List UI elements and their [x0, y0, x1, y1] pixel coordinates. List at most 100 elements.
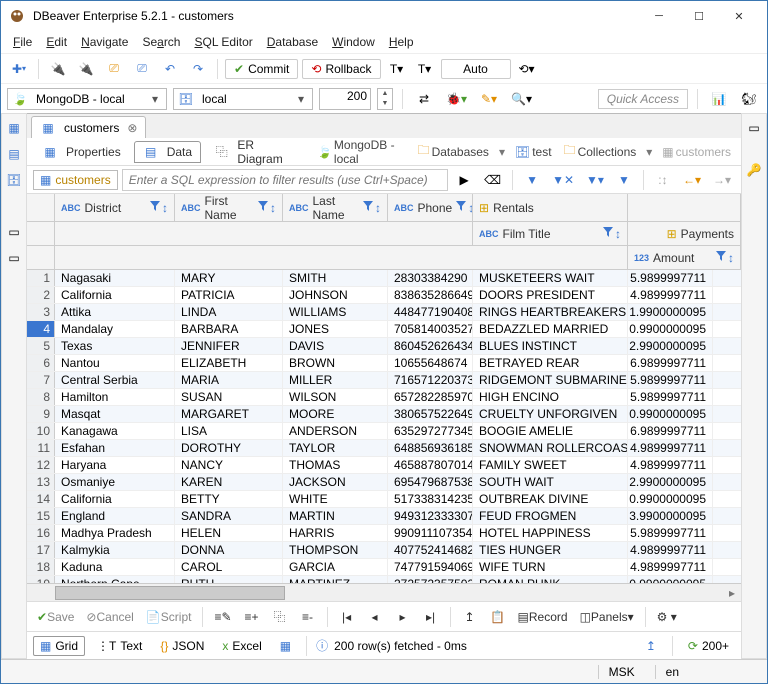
- apply-filter-button[interactable]: ▶: [452, 168, 476, 192]
- copy-row-icon[interactable]: ⿻: [268, 605, 292, 629]
- cell-filmtitle[interactable]: BOOGIE AMELIE: [473, 423, 628, 439]
- cell-amount[interactable]: 0.9900000095: [628, 576, 713, 583]
- cancel-button[interactable]: ⊘ Cancel: [82, 605, 137, 629]
- cell-firstname[interactable]: NANCY: [175, 457, 283, 473]
- pres-grid[interactable]: ▦Grid: [33, 636, 85, 656]
- pres-more[interactable]: ▦: [274, 637, 297, 655]
- pres-json[interactable]: {}JSON: [154, 637, 210, 655]
- cell-firstname[interactable]: PATRICIA: [175, 287, 283, 303]
- cell-district[interactable]: Northern Cape: [55, 576, 175, 583]
- bc-db[interactable]: 🗄test: [511, 143, 556, 161]
- col-payments[interactable]: ⊞Payments: [628, 222, 741, 245]
- recent-sql-button[interactable]: ⎚: [130, 57, 154, 81]
- script-button[interactable]: 📄 Script: [142, 605, 196, 629]
- cell-filmtitle[interactable]: FAMILY SWEET: [473, 457, 628, 473]
- cell-lastname[interactable]: MARTIN: [283, 508, 388, 524]
- cell-filmtitle[interactable]: SNOWMAN ROLLERCOASTER: [473, 440, 628, 456]
- redo-button[interactable]: ↷: [186, 57, 210, 81]
- cell-firstname[interactable]: BETTY: [175, 491, 283, 507]
- cell-firstname[interactable]: KAREN: [175, 474, 283, 490]
- cell-lastname[interactable]: TAYLOR: [283, 440, 388, 456]
- cell-district[interactable]: Kalmykia: [55, 542, 175, 558]
- commit-button[interactable]: ✔Commit: [225, 59, 298, 79]
- cell-amount[interactable]: 6.9899997711: [628, 423, 713, 439]
- bc-colls[interactable]: 🗀Collections: [560, 139, 641, 164]
- close-tab-icon[interactable]: ⊗: [127, 121, 137, 135]
- col-lastname[interactable]: ABCLast Name↕: [283, 194, 388, 221]
- cell-amount[interactable]: 0.9900000095: [628, 406, 713, 422]
- row-number[interactable]: 5: [27, 338, 55, 354]
- cell-amount[interactable]: 4.9899997711: [628, 440, 713, 456]
- col-district[interactable]: ABCDistrict↕: [55, 194, 175, 221]
- cell-filmtitle[interactable]: RINGS HEARTBREAKERS: [473, 304, 628, 320]
- row-number[interactable]: 16: [27, 525, 55, 541]
- bc-coll[interactable]: ▦customers: [658, 143, 735, 161]
- cell-firstname[interactable]: JENNIFER: [175, 338, 283, 354]
- tab-customers[interactable]: ▦ customers ⊗: [31, 116, 146, 138]
- rail-minimize-icon[interactable]: ▭: [4, 222, 24, 242]
- menu-edit[interactable]: Edit: [40, 33, 73, 51]
- cell-lastname[interactable]: HARRIS: [283, 525, 388, 541]
- cell-phone[interactable]: 695479687538: [388, 474, 473, 490]
- cell-district[interactable]: California: [55, 287, 175, 303]
- cell-lastname[interactable]: DAVIS: [283, 338, 388, 354]
- minimize-button[interactable]: ─: [639, 1, 679, 31]
- rail-db-icon[interactable]: 🗄: [4, 170, 24, 190]
- cell-phone[interactable]: 272572357502: [388, 576, 473, 583]
- clear-filter-button[interactable]: ⌫: [480, 168, 505, 192]
- cell-filmtitle[interactable]: WIFE TURN: [473, 559, 628, 575]
- new-conn-button[interactable]: ✚▾: [7, 57, 31, 81]
- cell-phone[interactable]: 648856936185: [388, 440, 473, 456]
- sort-icon[interactable]: :↕: [651, 168, 675, 192]
- perspective-dbeaver-icon[interactable]: 🐿: [737, 87, 761, 111]
- cell-district[interactable]: England: [55, 508, 175, 524]
- bc-dbs[interactable]: 🗀Databases: [414, 139, 493, 164]
- connection-combo[interactable]: 🍃 MongoDB - local ▾: [7, 88, 167, 110]
- cell-firstname[interactable]: DOROTHY: [175, 440, 283, 456]
- pres-text[interactable]: ⋮TText: [91, 637, 148, 655]
- cell-district[interactable]: California: [55, 491, 175, 507]
- cell-filmtitle[interactable]: FEUD FROGMEN: [473, 508, 628, 524]
- cell-district[interactable]: Masqat: [55, 406, 175, 422]
- cell-lastname[interactable]: GARCIA: [283, 559, 388, 575]
- row-number[interactable]: 6: [27, 355, 55, 371]
- cell-firstname[interactable]: LISA: [175, 423, 283, 439]
- cell-amount[interactable]: 2.9900000095: [628, 338, 713, 354]
- cell-phone[interactable]: 838635286649: [388, 287, 473, 303]
- menu-navigate[interactable]: Navigate: [75, 33, 134, 51]
- add-row-icon[interactable]: ≡+: [240, 605, 264, 629]
- row-number[interactable]: 14: [27, 491, 55, 507]
- cell-filmtitle[interactable]: DOORS PRESIDENT: [473, 287, 628, 303]
- cell-filmtitle[interactable]: SOUTH WAIT: [473, 474, 628, 490]
- table-row[interactable]: 1NagasakiMARYSMITH28303384290MUSKETEERS …: [27, 270, 741, 287]
- table-row[interactable]: 4MandalayBARBARAJONES705814003527BEDAZZL…: [27, 321, 741, 338]
- tx-mode-button[interactable]: T▾: [385, 57, 409, 81]
- cell-amount[interactable]: 4.9899997711: [628, 457, 713, 473]
- edit-row-icon[interactable]: ≡✎: [210, 605, 235, 629]
- row-number[interactable]: 1: [27, 270, 55, 286]
- cell-district[interactable]: Texas: [55, 338, 175, 354]
- import-icon[interactable]: 📋: [486, 605, 510, 629]
- row-number[interactable]: 13: [27, 474, 55, 490]
- connect-button[interactable]: 🔌: [46, 57, 70, 81]
- disconnect-button[interactable]: 🔌: [74, 57, 98, 81]
- col-amount[interactable]: 123Amount↕: [628, 246, 741, 269]
- menu-window[interactable]: Window: [326, 33, 381, 51]
- row-number[interactable]: 9: [27, 406, 55, 422]
- filter-history-icon[interactable]: ▼▾: [582, 168, 608, 192]
- table-row[interactable]: 5TexasJENNIFERDAVIS860452626434BLUES INS…: [27, 338, 741, 355]
- cell-lastname[interactable]: MARTINEZ: [283, 576, 388, 583]
- bc-conn[interactable]: 🍃MongoDB - local: [313, 136, 410, 168]
- row-number[interactable]: 2: [27, 287, 55, 303]
- data-grid[interactable]: 1NagasakiMARYSMITH28303384290MUSKETEERS …: [27, 270, 741, 583]
- cell-lastname[interactable]: THOMPSON: [283, 542, 388, 558]
- cell-filmtitle[interactable]: RIDGEMONT SUBMARINE: [473, 372, 628, 388]
- cell-phone[interactable]: 716571220373: [388, 372, 473, 388]
- cell-firstname[interactable]: MARGARET: [175, 406, 283, 422]
- horizontal-scrollbar[interactable]: ▸: [27, 583, 741, 601]
- cell-amount[interactable]: 0.9900000095: [628, 491, 713, 507]
- nav-fwd-icon[interactable]: →▾: [709, 168, 735, 192]
- table-row[interactable]: 12HaryanaNANCYTHOMAS465887807014FAMILY S…: [27, 457, 741, 474]
- menu-database[interactable]: Database: [261, 33, 324, 51]
- table-row[interactable]: 17KalmykiaDONNATHOMPSON407752414682TIES …: [27, 542, 741, 559]
